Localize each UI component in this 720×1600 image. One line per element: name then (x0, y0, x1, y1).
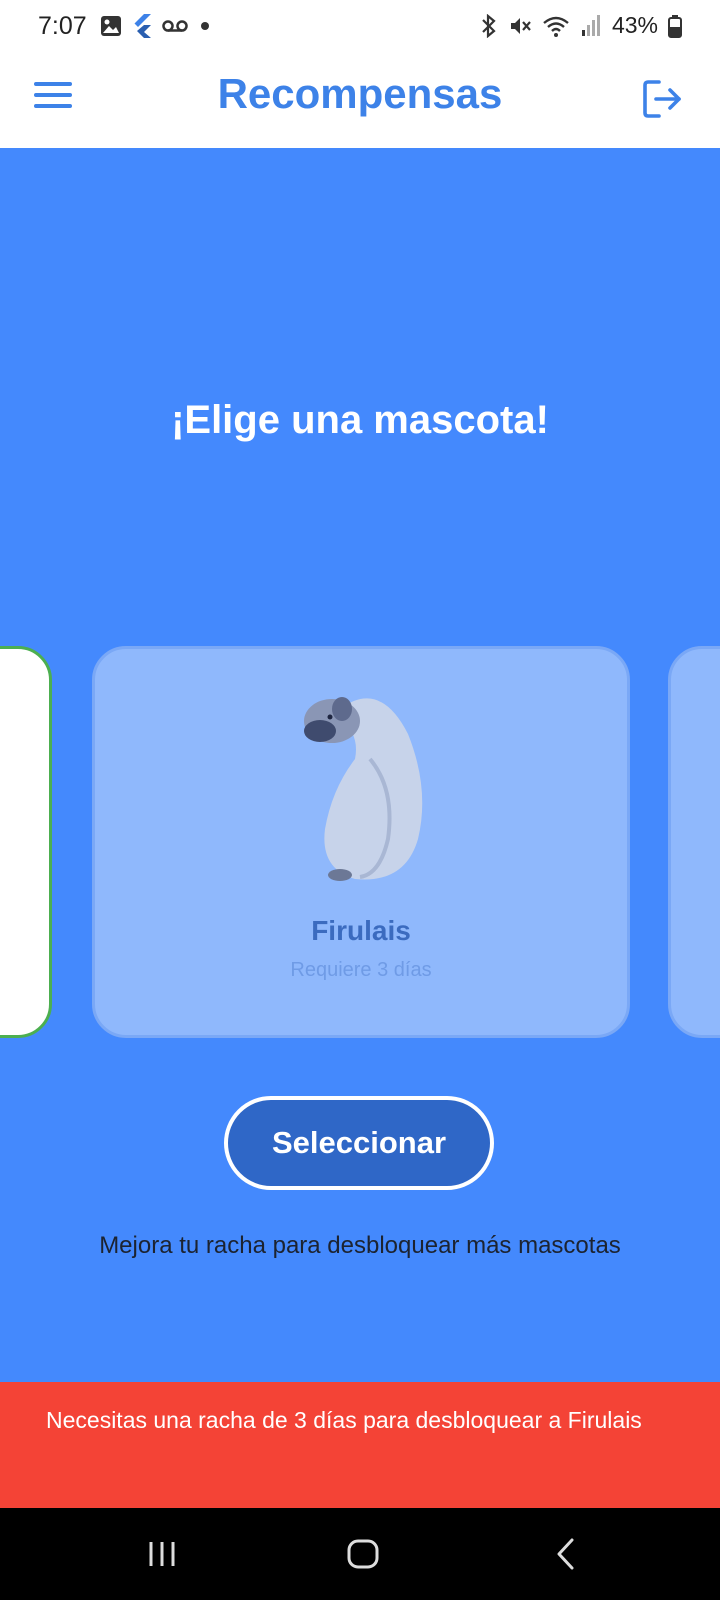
signal-icon (581, 14, 600, 36)
locked-pet-snackbar: Necesitas una racha de 3 días para desbl… (0, 1382, 720, 1508)
battery-icon (668, 14, 682, 38)
pet-requirement: Requiere 3 días (290, 959, 432, 981)
select-pet-button[interactable]: Seleccionar (224, 1096, 494, 1190)
status-time: 7:07 (38, 12, 87, 40)
page-title: Recompensas (217, 70, 503, 117)
flutter-icon (134, 14, 151, 38)
bluetooth-icon (482, 13, 496, 38)
pet-card-selected[interactable]: Firulais Requiere 3 días (92, 646, 630, 1038)
status-left-icons (100, 14, 212, 38)
image-icon (101, 16, 121, 36)
streak-hint: Mejora tu racha para desbloquear más mas… (99, 1232, 621, 1259)
dot-icon (201, 22, 209, 30)
wifi-icon (543, 16, 569, 37)
system-nav-bar (0, 1508, 720, 1600)
voicemail-icon (162, 20, 188, 32)
rewards-content: ¡Elige una mascota! Firulais Requiere 3 … (0, 148, 720, 1382)
mute-icon (510, 17, 531, 34)
back-icon[interactable] (554, 1534, 578, 1574)
logout-icon[interactable] (642, 78, 684, 120)
dog-pet-image (304, 697, 423, 881)
app-bar: Recompensas (0, 52, 720, 148)
pet-card-previous[interactable] (0, 646, 52, 1038)
pet-name: Firulais (311, 915, 411, 946)
battery-percent: 43% (611, 12, 658, 38)
pet-chooser-headline: ¡Elige una mascota! (171, 398, 549, 442)
home-icon[interactable] (346, 1534, 380, 1574)
pet-card-next[interactable] (668, 646, 720, 1038)
status-right: 43% (480, 12, 682, 39)
recent-apps-icon[interactable] (146, 1534, 178, 1574)
status-bar: 7:07 43% (0, 0, 720, 52)
